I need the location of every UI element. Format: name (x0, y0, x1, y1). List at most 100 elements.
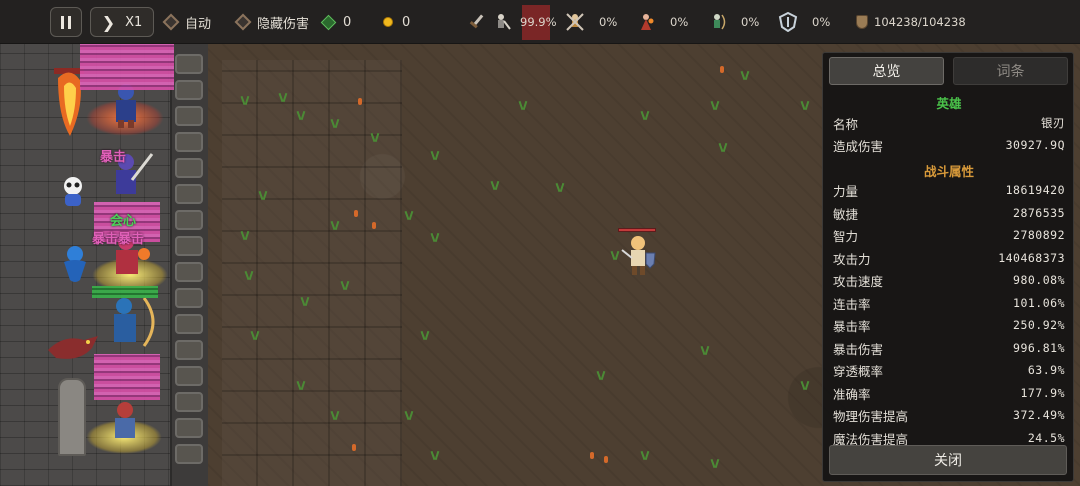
orange-sprout (354, 210, 358, 217)
auto-toggle[interactable]: 自动 (162, 0, 212, 44)
hero-share-percent: 0% (670, 15, 689, 29)
stat-row: 攻击力 140468373 (833, 247, 1065, 269)
wall-block (175, 80, 203, 100)
hide-damage-label: 隐藏伤害 (257, 16, 310, 32)
heal-number-glitch (92, 286, 158, 298)
wall-block (175, 158, 203, 178)
gem-counter: 0 (320, 0, 351, 44)
hero-share-0[interactable]: 99.9% (466, 0, 557, 44)
grass-tuft (740, 70, 750, 80)
stat-label: 连击率 (833, 296, 871, 312)
speed-button[interactable]: ❯ X1 (90, 7, 154, 37)
sword-icon (469, 14, 484, 29)
fast-forward-icon: ❯ (101, 12, 116, 32)
orange-sprout (590, 452, 594, 459)
wall-block (175, 366, 203, 386)
auto-diamond-icon (162, 13, 180, 31)
stat-label: 造成伤害 (833, 138, 884, 154)
panda-pet (64, 177, 82, 206)
hide-damage-toggle[interactable]: 隐藏伤害 (234, 0, 310, 44)
grass-tuft (370, 132, 380, 142)
stat-value: 银刃 (1041, 116, 1065, 130)
wall-block (175, 210, 203, 230)
stat-row: 准确率 177.9% (833, 382, 1065, 404)
grass-tuft (800, 380, 810, 390)
stat-value: 18619420 (1005, 183, 1065, 197)
grass-tuft (490, 180, 500, 190)
grass-tuft (640, 110, 650, 120)
stat-value: 177.9% (1020, 386, 1065, 400)
wall-block (175, 106, 203, 126)
hero-share-2[interactable]: 0% (636, 0, 688, 44)
stat-label: 物理伤害提高 (833, 408, 909, 424)
grass-tuft (258, 190, 268, 200)
stat-row: 敏捷 2876535 (833, 202, 1065, 224)
grass-tuft (710, 458, 720, 468)
wall-block (175, 340, 203, 360)
grass-tuft (278, 92, 288, 102)
stat-value: 372.49% (1013, 408, 1065, 422)
grass-tuft (430, 450, 440, 460)
stat-label: 暴击伤害 (833, 341, 884, 357)
stat-label: 暴击率 (833, 318, 871, 334)
hero-section-title: 英雄 (936, 96, 962, 111)
grass-tuft (596, 370, 606, 380)
grass-tuft (330, 220, 340, 230)
shield-spirit-hero-icon (778, 12, 798, 32)
enemy-knight[interactable] (618, 226, 660, 280)
gold-count: 0 (402, 14, 411, 30)
stat-row: 力量 18619420 (833, 179, 1065, 201)
orange-sprout (604, 456, 608, 463)
stat-value: 980.08% (1013, 273, 1065, 287)
gem-icon (320, 14, 337, 30)
stat-value: 2876535 (1013, 206, 1065, 220)
crit-text: 暴击 (100, 150, 127, 165)
crit-text: 暴击暴击 (92, 232, 145, 247)
hero-share-3[interactable]: 0% (707, 0, 759, 44)
swordsman-hero-icon (498, 14, 511, 30)
gold-coin-icon (383, 17, 393, 27)
grass-tuft (518, 100, 528, 110)
wall-block (175, 184, 203, 204)
grass-tuft (244, 270, 254, 280)
stat-label: 攻击力 (833, 251, 871, 267)
damage-number-glitch (80, 44, 174, 90)
grass-tuft (430, 150, 440, 160)
hero-share-percent: 99.9% (520, 15, 557, 29)
pause-icon (61, 15, 64, 29)
grass-tuft (240, 95, 250, 105)
grass-tuft (700, 345, 710, 355)
wall-block (175, 314, 203, 334)
stat-row: 穿透概率 63.9% (833, 359, 1065, 381)
pause-button[interactable] (50, 7, 82, 37)
dual-blade-hero-icon (566, 13, 584, 31)
grass-tuft (718, 142, 728, 152)
wall-block (175, 262, 203, 282)
stat-value: 250.92% (1013, 318, 1065, 332)
grass-tuft (640, 450, 650, 460)
grass-tuft (420, 330, 430, 340)
auto-label: 自动 (185, 16, 212, 32)
grass-tuft (710, 100, 720, 110)
hero-share-1[interactable]: 0% (565, 0, 617, 44)
dragon-pet (48, 336, 98, 359)
wall-block (175, 288, 203, 308)
orange-sprout (720, 66, 724, 73)
tab-affix[interactable]: 词条 (953, 57, 1068, 85)
hero-share-4[interactable]: 0% (778, 0, 830, 44)
fire-mage-hero-icon (641, 14, 654, 30)
orange-sprout (352, 444, 356, 451)
hero-share-percent: 0% (812, 15, 831, 29)
stat-value: 2780892 (1013, 228, 1065, 242)
grass-tuft (240, 230, 250, 240)
stat-row: 名称 银刃 (833, 112, 1065, 134)
grass-tuft (404, 410, 414, 420)
orange-sprout (358, 98, 362, 105)
stat-label: 穿透概率 (833, 363, 884, 379)
tab-overview[interactable]: 总览 (829, 57, 944, 85)
grass-tuft (430, 232, 440, 242)
archer-hero-icon (714, 14, 726, 30)
close-button[interactable]: 关闭 (829, 445, 1067, 475)
gold-counter: 0 (383, 0, 410, 44)
wall-block (175, 418, 203, 438)
